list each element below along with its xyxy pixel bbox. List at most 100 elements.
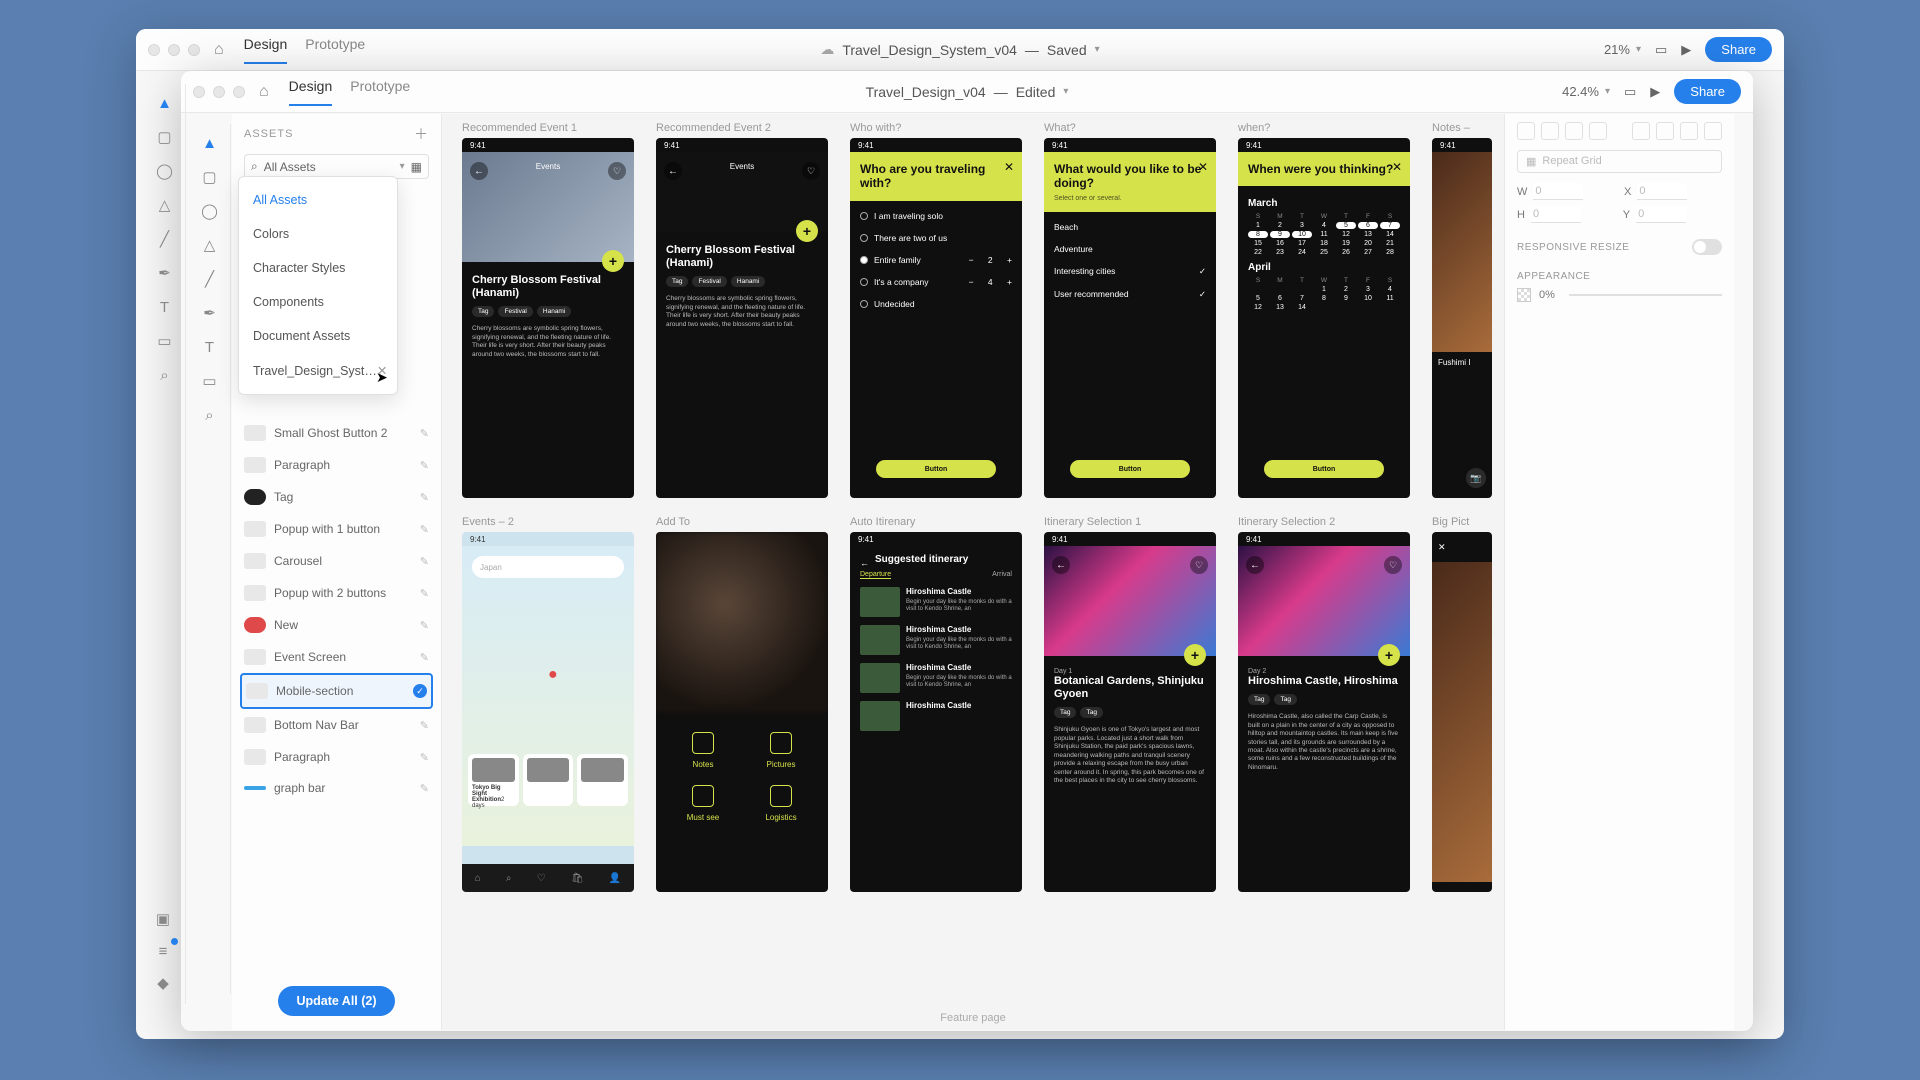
pen-tool-icon[interactable]: ✒: [199, 302, 221, 324]
back-icon[interactable]: ←: [470, 162, 488, 180]
align-left-icon[interactable]: [1589, 122, 1607, 140]
artboard-what[interactable]: 9:41 ✕What would you like to be doing?Se…: [1044, 138, 1216, 498]
favorite-icon[interactable]: ♡: [1190, 556, 1208, 574]
component-item[interactable]: Small Ghost Button 2✎: [240, 417, 433, 449]
addto-logistics[interactable]: Logistics: [750, 785, 812, 822]
edit-icon[interactable]: ✎: [420, 651, 429, 664]
camera-icon[interactable]: 📷: [1466, 468, 1486, 488]
artboard-label[interactable]: Add To: [656, 516, 828, 528]
height-input[interactable]: [1531, 206, 1581, 223]
mobile-preview-icon[interactable]: ▭: [1655, 42, 1667, 58]
rectangle-tool-icon[interactable]: ▢: [199, 166, 221, 188]
component-item[interactable]: graph bar✎: [240, 773, 433, 803]
menu-colors[interactable]: Colors: [239, 217, 397, 251]
close-icon[interactable]: ✕: [1198, 160, 1208, 174]
polygon-tool-icon[interactable]: △: [199, 234, 221, 256]
pen-tool-icon[interactable]: ✒: [154, 262, 176, 284]
component-item[interactable]: Paragraph✎: [240, 449, 433, 481]
assets-icon[interactable]: ▣: [152, 908, 174, 930]
primary-button[interactable]: Button: [876, 460, 996, 478]
add-fab[interactable]: +: [796, 220, 818, 242]
line-tool-icon[interactable]: ╱: [199, 268, 221, 290]
text-tool-icon[interactable]: T: [199, 336, 221, 358]
artboard-notes[interactable]: 9:41 Fushimi I 📷: [1432, 138, 1492, 498]
map-search[interactable]: Japan: [472, 556, 624, 578]
edit-icon[interactable]: ✎: [420, 523, 429, 536]
edit-icon[interactable]: ✎: [420, 427, 429, 440]
edit-icon[interactable]: ✎: [420, 491, 429, 504]
distribute2-icon[interactable]: [1704, 122, 1722, 140]
artboard-label[interactable]: What?: [1044, 122, 1216, 134]
component-item[interactable]: Popup with 1 button✎: [240, 513, 433, 545]
menu-linked-doc[interactable]: Travel_Design_Syst…✕: [239, 353, 397, 388]
primary-button[interactable]: Button: [1264, 460, 1384, 478]
back-icon[interactable]: ←: [664, 162, 682, 180]
edit-icon[interactable]: ✎: [420, 555, 429, 568]
artboard-label[interactable]: Recommended Event 2: [656, 122, 828, 134]
artboard-label[interactable]: Itinerary Selection 1: [1044, 516, 1216, 528]
tab-prototype[interactable]: Prototype: [350, 78, 410, 106]
itinerary-row[interactable]: Hiroshima CastleBegin your day like the …: [860, 663, 1012, 693]
x-input[interactable]: [1637, 183, 1687, 200]
play-icon[interactable]: ▶: [1681, 42, 1691, 58]
select-tool-icon[interactable]: ▲: [199, 132, 221, 154]
component-item[interactable]: New✎: [240, 609, 433, 641]
menu-doc-assets[interactable]: Document Assets: [239, 319, 397, 353]
edit-icon[interactable]: ✎: [420, 751, 429, 764]
artboard-label[interactable]: Events – 2: [462, 516, 634, 528]
artboard-bigpic[interactable]: ✕: [1432, 532, 1492, 892]
back-icon[interactable]: ←: [1052, 556, 1070, 574]
menu-components[interactable]: Components: [239, 285, 397, 319]
component-item[interactable]: Bottom Nav Bar✎: [240, 709, 433, 741]
close-icon[interactable]: ✕: [1392, 160, 1402, 174]
edit-icon[interactable]: ✎: [420, 459, 429, 472]
share-button[interactable]: Share: [1674, 79, 1741, 104]
add-fab[interactable]: +: [1378, 644, 1400, 666]
layers-icon[interactable]: ≡: [152, 940, 174, 962]
back-tab-design[interactable]: Design: [244, 36, 288, 64]
add-fab[interactable]: +: [1184, 644, 1206, 666]
close-icon[interactable]: ✕: [1438, 542, 1446, 553]
addto-mustsee[interactable]: Must see: [672, 785, 734, 822]
itinerary-row[interactable]: Hiroshima Castle: [860, 701, 1012, 731]
component-item[interactable]: Event Screen✎: [240, 641, 433, 673]
back-icon[interactable]: ←: [860, 558, 869, 568]
polygon-tool-icon[interactable]: △: [154, 194, 176, 216]
component-item[interactable]: Tag✎: [240, 481, 433, 513]
responsive-toggle[interactable]: [1692, 239, 1722, 255]
component-item[interactable]: Carousel✎: [240, 545, 433, 577]
artboard-label[interactable]: Big Pict: [1432, 516, 1504, 528]
itinerary-row[interactable]: Hiroshima CastleBegin your day like the …: [860, 587, 1012, 617]
addto-pictures[interactable]: Pictures: [750, 732, 812, 769]
text-tool-icon[interactable]: T: [154, 296, 176, 318]
artboard-events2[interactable]: 9:41 Japan● Tokyo Big Sight Exhibition2 …: [462, 532, 634, 892]
home-icon[interactable]: ⌂: [259, 83, 269, 101]
addto-notes[interactable]: Notes: [672, 732, 734, 769]
chevron-down-icon[interactable]: ▾: [1063, 86, 1068, 97]
update-all-button[interactable]: Update All (2): [278, 986, 394, 1016]
align-top-icon[interactable]: [1517, 122, 1535, 140]
artboard-itin2[interactable]: 9:41 ←♡+ Day 2Hiroshima Castle, Hiroshim…: [1238, 532, 1410, 892]
align-hcenter-icon[interactable]: [1656, 122, 1674, 140]
add-fab[interactable]: +: [602, 250, 624, 272]
artboard-event1[interactable]: 9:41 ←Events♡+ Cherry Blossom Festival (…: [462, 138, 634, 498]
artboard-tool-icon[interactable]: ▭: [199, 370, 221, 392]
repeat-grid-button[interactable]: ▦Repeat Grid: [1517, 150, 1722, 173]
bottom-nav[interactable]: ⌂⌕♡🛍👤: [462, 864, 634, 892]
artboard-label[interactable]: Notes –: [1432, 122, 1504, 134]
close-icon[interactable]: ✕: [1004, 160, 1014, 174]
grid-view-icon[interactable]: ▦: [411, 160, 422, 174]
tab-design[interactable]: Design: [289, 78, 333, 106]
opacity-slider[interactable]: [1569, 294, 1722, 296]
artboard-label[interactable]: Itinerary Selection 2: [1238, 516, 1410, 528]
zoom-tool-icon[interactable]: ⌕: [199, 404, 221, 426]
plugins-icon[interactable]: ◆: [152, 972, 174, 994]
artboard-label[interactable]: Auto Itirenary: [850, 516, 1022, 528]
back-zoom[interactable]: 21%: [1604, 42, 1630, 57]
traffic-lights[interactable]: [148, 44, 200, 56]
menu-all-assets[interactable]: All Assets: [239, 183, 397, 217]
artboard-when[interactable]: 9:41 ✕When were you thinking? March SMTW…: [1238, 138, 1410, 498]
edit-icon[interactable]: ✎: [420, 587, 429, 600]
artboard-addto[interactable]: Notes Pictures Must see Logistics: [656, 532, 828, 892]
add-asset-icon[interactable]: ＋: [414, 124, 429, 144]
